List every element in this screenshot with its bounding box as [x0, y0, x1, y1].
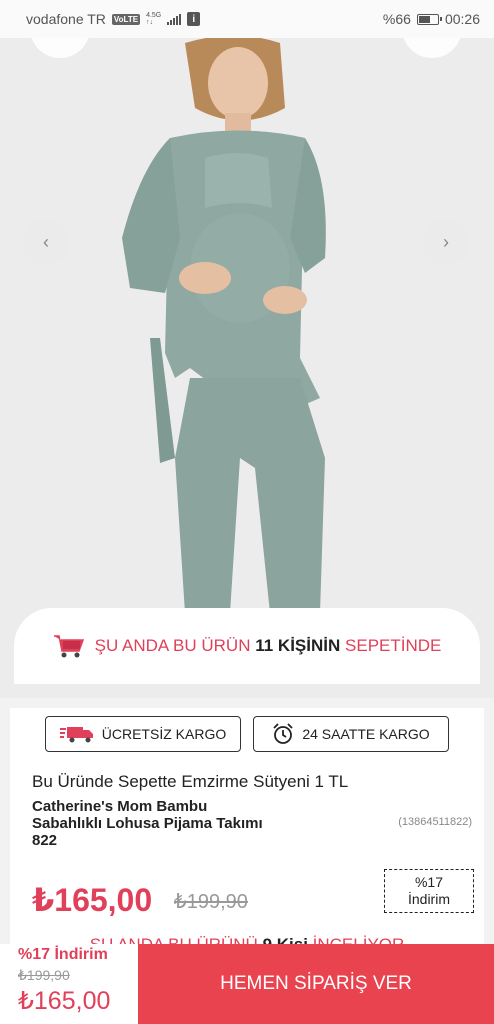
bottom-action-bar: %17 İndirim ₺199,90 ₺165,00 HEMEN SİPARİ…	[0, 944, 494, 1024]
battery-fill	[418, 15, 431, 23]
data-arrows-icon: ↑↓	[146, 19, 154, 26]
product-title: Catherine's Mom Bambu Sabahlıklı Lohusa …	[32, 798, 292, 849]
cart-banner-text: ŞU ANDA BU ÜRÜN 11 KİŞİNİN SEPETİNDE	[95, 636, 442, 656]
old-price: ₺199,90	[174, 891, 248, 913]
discount-percent: %17	[414, 874, 444, 890]
battery-percent: %66	[382, 11, 411, 27]
discount-label: İndirim	[407, 891, 450, 907]
product-title-line: Sabahlıklı Lohusa Pijama Takımı	[32, 815, 263, 832]
cart-banner-prefix: ŞU ANDA BU ÜRÜN	[94, 636, 251, 655]
shopping-cart-icon	[53, 635, 84, 658]
promo-text: Bu Üründe Sepette Emzirme Sütyeni 1 TL	[32, 772, 349, 791]
cart-count-banner: ŞU ANDA BU ÜRÜN 11 KİŞİNİN SEPETİNDE	[14, 608, 480, 684]
network-type-icon: 4.5G ↑↓	[146, 12, 161, 26]
order-now-button[interactable]: HEMEN SİPARİŞ VER	[138, 944, 494, 1024]
carrier-name: vodafone TR	[26, 11, 106, 27]
clock: 00:26	[444, 11, 480, 27]
product-title-row: Catherine's Mom Bambu Sabahlıklı Lohusa …	[32, 798, 472, 849]
bottom-old-price: ₺199,90	[18, 967, 70, 983]
network-type-label: 4.5G	[146, 12, 162, 19]
product-code: (13864511822)	[398, 816, 472, 828]
cart-banner-suffix: SEPETİNDE	[345, 636, 442, 655]
current-price: ₺165,00	[32, 882, 153, 918]
free-shipping-badge: ÜCRETSİZ KARGO	[45, 716, 241, 752]
free-shipping-label: ÜCRETSİZ KARGO	[101, 726, 227, 742]
bottom-price: ₺165,00	[18, 987, 111, 1015]
volte-icon: VoLTE	[111, 13, 141, 25]
info-icon: i	[187, 12, 201, 26]
gallery-prev-button[interactable]: ‹	[22, 218, 70, 266]
status-left: vodafone TR VoLTE 4.5G ↑↓ i	[26, 11, 201, 27]
product-image-gallery[interactable]: ‹ › ŞU ANDA BU ÜRÜN 11 KİŞİNİN SEPETİNDE	[0, 38, 494, 698]
chevron-right-icon: ›	[443, 231, 449, 252]
price-row: ₺165,00 ₺199,90 %17 İndirim	[10, 859, 484, 929]
bottom-price-summary: %17 İndirim ₺199,90 ₺165,00	[0, 944, 138, 1024]
bottom-discount: %17 İndirim	[18, 946, 108, 963]
signal-icon	[167, 13, 182, 25]
truck-icon	[59, 727, 93, 743]
status-bar: vodafone TR VoLTE 4.5G ↑↓ i %66 00:26	[0, 0, 494, 38]
product-photo	[0, 38, 494, 698]
fast-shipping-label: 24 SAATTE KARGO	[302, 726, 430, 742]
status-right: %66 00:26	[383, 11, 480, 27]
cart-banner-count: 11 KİŞİNİN	[255, 636, 341, 655]
alarm-clock-icon	[273, 723, 293, 744]
gallery-next-button[interactable]: ›	[422, 218, 470, 266]
discount-box: %17 İndirim	[384, 869, 474, 913]
chevron-left-icon: ‹	[43, 231, 49, 252]
product-title-line: 822	[32, 832, 58, 849]
product-title-line: Catherine's Mom Bambu	[32, 798, 208, 815]
shipping-badges: ÜCRETSİZ KARGO 24 SAATTE KARGO	[10, 716, 484, 752]
fast-shipping-badge: 24 SAATTE KARGO	[253, 716, 449, 752]
battery-icon	[416, 13, 442, 25]
